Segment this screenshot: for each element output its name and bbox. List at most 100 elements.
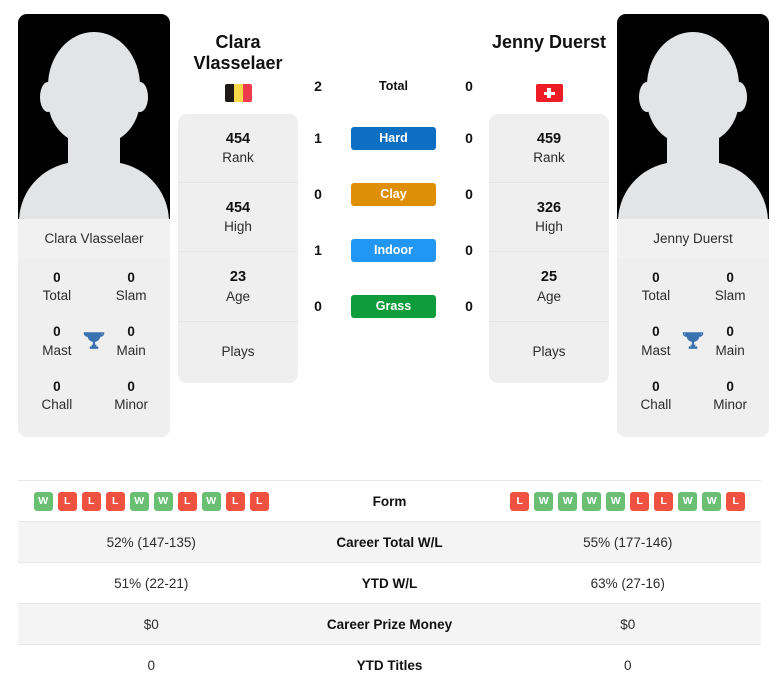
form-badge-win[interactable]: W (129, 491, 149, 511)
titles-main-label: Main (116, 342, 146, 358)
h2h-total-label: Total (379, 79, 408, 93)
form-badge-win[interactable]: W (33, 491, 53, 511)
comparison-table: WLLLWWLWLL Form LWWWWLLWWL 52% (147-135)… (0, 480, 779, 685)
h2h-total-left: 2 (314, 78, 322, 94)
table-row-career-prize-money: $0 Career Prize Money $0 (18, 603, 761, 644)
career-total-wl-left: 52% (147-135) (106, 534, 196, 550)
silhouette-head-icon (647, 32, 739, 144)
left-age-label: Age (225, 288, 251, 304)
titles-row-1: 0 Total 0 Slam (28, 260, 160, 314)
right-player-stats-card: 459 Rank 326 High 25 Age Plays (489, 114, 609, 384)
h2h-indoor-right: 0 (465, 242, 473, 258)
silhouette-body-icon (19, 162, 169, 219)
h2h-grass-left: 0 (314, 298, 322, 314)
ytd-titles-right: 0 (623, 657, 632, 673)
h2h-hard-right: 0 (465, 130, 473, 146)
silhouette-ear-right-icon (731, 82, 747, 112)
h2h-row-clay: 0 Clay 0 (306, 166, 481, 222)
surface-pill-indoor[interactable]: Indoor (351, 238, 436, 262)
form-badge-loss[interactable]: L (225, 491, 245, 511)
table-row-ytd-wl: 51% (22-21) YTD W/L 63% (27-16) (18, 562, 761, 603)
titles-challenger-value: 0 (652, 378, 660, 394)
titles-minor-value: 0 (127, 378, 135, 394)
form-badge-win[interactable]: W (534, 491, 554, 511)
left-player-name[interactable]: Clara Vlasselaer (193, 10, 282, 78)
titles-masters: 0 Mast (34, 323, 80, 359)
h2h-indoor-left: 1 (314, 242, 322, 258)
titles-slam: 0 Slam (108, 269, 154, 305)
ytd-titles-left: 0 (147, 657, 155, 673)
titles-total: 0 Total (34, 269, 80, 305)
h2h-total-right: 0 (465, 78, 473, 94)
form-badge-loss[interactable]: L (105, 491, 125, 511)
trophy-icon (679, 329, 708, 355)
form-badge-win[interactable]: W (606, 491, 626, 511)
form-badge-loss[interactable]: L (630, 491, 650, 511)
titles-slam-label: Slam (714, 288, 746, 304)
h2h-hard-left: 1 (314, 130, 322, 146)
form-badge-win[interactable]: W (702, 491, 722, 511)
form-badge-win[interactable]: W (678, 491, 698, 511)
ytd-titles-label: YTD Titles (356, 657, 423, 673)
form-badges-right: LWWWWLLWWL (495, 491, 762, 511)
ytd-wl-right: 63% (27-16) (590, 575, 665, 591)
h2h-row-hard: 1 Hard 0 (306, 110, 481, 166)
form-badge-win[interactable]: W (558, 491, 578, 511)
form-badge-loss[interactable]: L (654, 491, 674, 511)
form-badge-loss[interactable]: L (726, 491, 746, 511)
form-badge-win[interactable]: W (153, 491, 173, 511)
titles-masters: 0 Mast (633, 323, 679, 359)
form-badge-loss[interactable]: L (249, 491, 269, 511)
form-badge-win[interactable]: W (201, 491, 221, 511)
form-badge-loss[interactable]: L (177, 491, 197, 511)
left-player-stats-card: 454 Rank 454 High 23 Age Plays (178, 114, 298, 384)
avatar-caption: Jenny Duerst (617, 219, 769, 258)
right-rank-cell: 459 Rank (489, 114, 609, 184)
form-badge-loss[interactable]: L (510, 491, 530, 511)
right-high-value: 326 (536, 200, 562, 217)
right-rank-value: 459 (536, 131, 562, 147)
titles-total: 0 Total (633, 269, 679, 305)
avatar-caption: Clara Vlasselaer (18, 219, 170, 258)
head-to-head-column: 2 Total 0 1 Hard 0 0 Clay 0 1 Indoor 0 0 (306, 10, 481, 334)
right-plays-cell: Plays (489, 322, 609, 384)
titles-slam: 0 Slam (707, 269, 753, 305)
career-prize-money-right: $0 (620, 616, 636, 632)
titles-slam-value: 0 (127, 270, 135, 285)
form-badge-loss[interactable]: L (57, 491, 77, 511)
table-row-career-total-wl: 52% (147-135) Career Total W/L 55% (177-… (18, 521, 761, 562)
avatar (18, 14, 170, 219)
table-row-ytd-titles: 0 YTD Titles 0 (18, 644, 761, 685)
titles-total-value: 0 (652, 270, 660, 285)
left-player-name-line1: Clara (215, 32, 261, 52)
left-rank-cell: 454 Rank (178, 114, 298, 184)
titles-main-value: 0 (127, 324, 135, 340)
surface-pill-grass[interactable]: Grass (351, 294, 436, 318)
right-player-name[interactable]: Jenny Duerst (492, 10, 606, 78)
flag-belgium-icon (224, 84, 252, 102)
career-total-wl-right: 55% (177-146) (583, 534, 673, 550)
titles-masters-value: 0 (53, 324, 61, 340)
titles-challenger-label: Chall (41, 397, 73, 413)
form-badge-loss[interactable]: L (81, 491, 101, 511)
surface-pill-clay[interactable]: Clay (351, 182, 436, 206)
right-age-label: Age (536, 288, 562, 304)
h2h-row-total: 2 Total 0 (306, 62, 481, 110)
right-player-column: Jenny Duerst 459 Rank 326 High 25 Age Pl… (489, 10, 609, 384)
left-player-avatar-card[interactable]: Clara Vlasselaer 0 Total 0 Slam 0 Mast 0… (18, 14, 170, 438)
titles-row-1: 0 Total 0 Slam (627, 260, 759, 314)
form-badge-win[interactable]: W (582, 491, 602, 511)
titles-total-label: Total (42, 288, 72, 304)
titles-main: 0 Main (108, 323, 154, 359)
left-rank-label: Rank (222, 150, 254, 166)
career-prize-money-left: $0 (143, 616, 159, 632)
titles-minor: 0 Minor (707, 378, 753, 414)
right-player-avatar-card[interactable]: Jenny Duerst 0 Total 0 Slam 0 Mast 0 Mai… (617, 14, 769, 438)
right-player-flag (535, 84, 563, 102)
ytd-wl-label: YTD W/L (361, 575, 418, 591)
silhouette-ear-left-icon (639, 82, 655, 112)
h2h-row-grass: 0 Grass 0 (306, 278, 481, 334)
surface-pill-hard[interactable]: Hard (351, 126, 436, 150)
left-titles-grid: 0 Total 0 Slam 0 Mast 0 Main 0 Chall 0 M… (18, 258, 170, 438)
right-high-label: High (535, 219, 563, 235)
